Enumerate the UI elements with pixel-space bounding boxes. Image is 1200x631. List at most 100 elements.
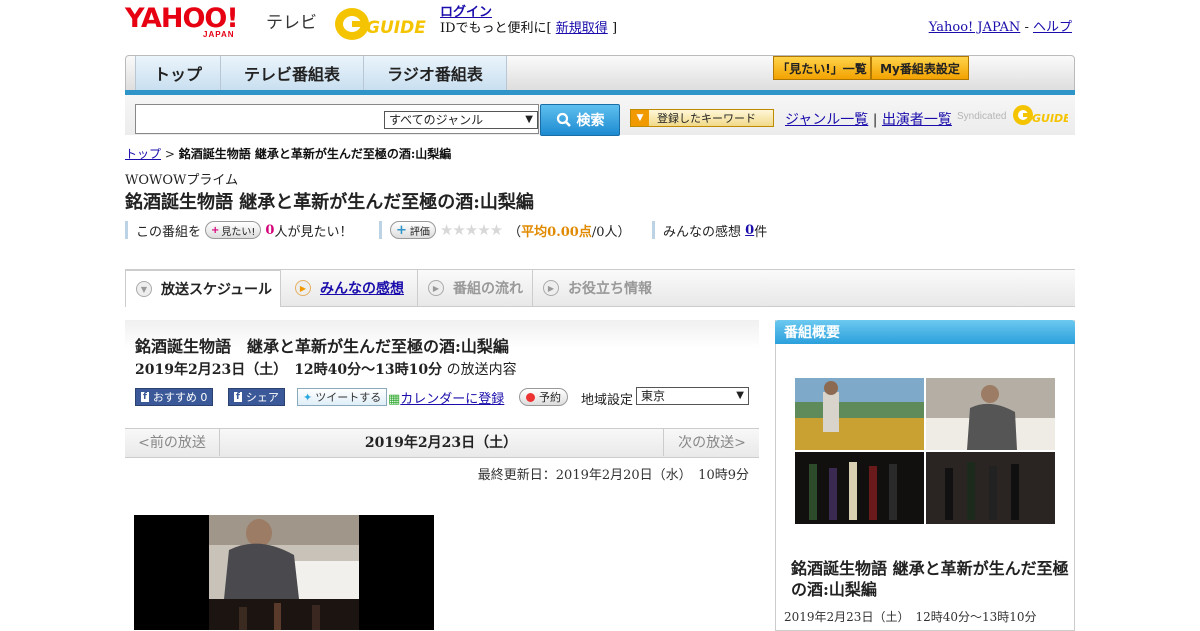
login-area: ログイン IDでもっと便利に[ 新規取得 ] xyxy=(440,5,617,37)
cast-list-link[interactable]: 出演者一覧 xyxy=(882,112,952,128)
mitai-suffix: 人が見たい！ xyxy=(274,224,353,240)
tweet-button[interactable]: ✦ ツイートする xyxy=(297,388,388,406)
gguide-logo[interactable]: GUIDE xyxy=(334,6,432,42)
genre-select[interactable]: すべてのジャンル ▼ xyxy=(384,111,538,129)
facebook-icon: f xyxy=(141,392,149,402)
this-program-label: この番組を xyxy=(136,224,202,240)
avg-open: （ xyxy=(508,224,522,240)
top-link-sep: - xyxy=(1020,20,1033,35)
registered-keyword-button[interactable]: ▼ 登録したキーワード xyxy=(630,109,774,127)
subtab-schedule[interactable]: ▼ 放送スケジュール xyxy=(125,270,281,307)
rating-button[interactable]: + 評価 xyxy=(390,221,436,239)
mitai-list-button[interactable]: 「見たい!」一覧 xyxy=(773,56,871,80)
avg-rating: 平均0.00点 xyxy=(521,224,592,240)
prev-broadcast[interactable]: <前の放送 xyxy=(125,428,220,456)
gguide-text: GUIDE xyxy=(366,18,426,38)
twitter-icon: ✦ xyxy=(303,390,313,404)
yahoo-logo-sub: JAPAN xyxy=(203,30,235,39)
login-prompt: IDでもっと便利に[ xyxy=(440,21,552,36)
share-label: シェア xyxy=(245,391,279,404)
next-broadcast[interactable]: 次の放送> xyxy=(663,428,760,456)
subtab-schedule-label: 放送スケジュール xyxy=(161,282,273,298)
record-icon xyxy=(526,392,535,402)
rating-button-label: 評価 xyxy=(409,226,430,238)
region-label: 地域設定 xyxy=(581,393,634,408)
share-button[interactable]: f シェア xyxy=(228,388,285,406)
calendar-icon: ▦ xyxy=(388,392,401,407)
tab-top[interactable]: トップ xyxy=(135,56,221,90)
page-title: 銘酒誕生物語 継承と革新が生んだ至極の酒:山梨編 xyxy=(125,192,534,213)
impressions-label: みんなの感想 xyxy=(663,224,742,240)
mitai-info: この番組を + 見たい! 0 人が見たい！ xyxy=(125,221,353,240)
gguide-logo-icon: GUIDE xyxy=(335,8,426,40)
triangle-down-icon: ▼ xyxy=(631,110,649,126)
yahoo-logo-text: YAHOO! xyxy=(125,3,239,34)
my-schedule-button[interactable]: My番組表設定 xyxy=(871,56,969,80)
search-links: ジャンル一覧 | 出演者一覧 xyxy=(785,109,952,129)
top-links: Yahoo! JAPAN - ヘルプ xyxy=(929,16,1072,35)
impressions-info: みんなの感想 0件 xyxy=(652,221,768,240)
help-link[interactable]: ヘルプ xyxy=(1033,20,1072,35)
broadcast-datetime-line: 2019年2月23日（土） 12時40分～13時10分 の放送内容 xyxy=(135,359,517,379)
subtab-flow: ▶ 番組の流れ xyxy=(417,270,523,306)
breadcrumb-sep: > xyxy=(161,147,179,161)
channel-name: WOWOWプライム xyxy=(125,173,239,188)
nav-tabs: トップ テレビ番組表 ラジオ番組表 xyxy=(135,56,507,90)
impressions-count[interactable]: 0 xyxy=(745,223,754,238)
signup-link[interactable]: 新規取得 xyxy=(556,21,608,36)
calendar-label: カレンダーに登録 xyxy=(400,392,505,407)
search-button[interactable]: 検索 xyxy=(540,104,620,136)
dropdown-arrow-icon: ▼ xyxy=(736,390,744,401)
broadcast-datetime: 2019年2月23日（土） 12時40分～13時10分 xyxy=(135,362,443,378)
breadcrumb-current: 銘酒誕生物語 継承と革新が生んだ至極の酒:山梨編 xyxy=(178,147,452,161)
genre-selected: すべてのジャンル xyxy=(389,113,484,127)
tab-tv-schedule[interactable]: テレビ番組表 xyxy=(221,56,364,90)
broadcast-video-thumbnail[interactable] xyxy=(134,515,434,630)
syndicated-label: Syndicated xyxy=(957,111,1007,122)
subtab-impressions[interactable]: ▶ みんなの感想 xyxy=(295,270,404,306)
overview-image xyxy=(795,378,1055,524)
plus-icon: + xyxy=(211,224,220,236)
reserve-label: 予約 xyxy=(539,391,561,404)
last-updated: 最終更新日：2019年2月20日（水） 10時9分 xyxy=(477,468,749,483)
subtab-impressions-label: みんなの感想 xyxy=(320,281,404,297)
yahoo-japan-link[interactable]: Yahoo! JAPAN xyxy=(929,20,1021,35)
mitai-button-label: 見たい! xyxy=(221,226,256,238)
login-link[interactable]: ログイン xyxy=(440,5,617,21)
recommend-count: 0 xyxy=(200,390,208,404)
rating-info: + 評価 ★★★★★ （平均0.00点/0人） xyxy=(379,221,631,240)
video-image xyxy=(134,515,434,630)
overview-title: 銘酒誕生物語 継承と革新が生んだ至極の酒:山梨編 xyxy=(791,559,1069,599)
play-icon: ▶ xyxy=(428,280,444,296)
overview-header: 番組概要 xyxy=(775,320,1075,344)
broadcast-datetime-suffix: の放送内容 xyxy=(442,362,517,378)
subtab-info-label: お役立ち情報 xyxy=(568,281,652,297)
chevron-down-icon: ▼ xyxy=(136,281,152,297)
recommend-button[interactable]: f おすすめ 0 xyxy=(135,388,214,406)
impressions-suffix: 件 xyxy=(754,224,768,240)
region-select[interactable]: 東京 ▼ xyxy=(636,387,749,405)
tweet-label: ツイートする xyxy=(315,391,382,404)
login-prompt-end: ] xyxy=(611,21,618,36)
play-icon: ▶ xyxy=(295,280,311,296)
yahoo-logo[interactable]: YAHOO! JAPAN xyxy=(125,3,275,40)
facebook-icon: f xyxy=(234,392,242,402)
search-button-label: 検索 xyxy=(576,113,605,129)
calendar-link[interactable]: ▦カレンダーに登録 xyxy=(388,388,504,407)
breadcrumb-top[interactable]: トップ xyxy=(125,147,161,161)
search-links-sep: | xyxy=(872,112,878,128)
avg-count: /0人） xyxy=(591,224,631,240)
recommend-label: おすすめ xyxy=(152,391,197,404)
genre-list-link[interactable]: ジャンル一覧 xyxy=(785,112,868,128)
mitai-button[interactable]: + 見たい! xyxy=(205,221,262,239)
subtab-info: ▶ お役立ち情報 xyxy=(532,270,652,306)
dropdown-arrow-icon: ▼ xyxy=(525,114,533,125)
region-selected: 東京 xyxy=(641,389,666,403)
gguide-small-text: GUIDE xyxy=(1032,112,1068,125)
reserve-button[interactable]: 予約 xyxy=(519,388,568,406)
tab-radio-schedule[interactable]: ラジオ番組表 xyxy=(364,56,507,90)
subtab-flow-label: 番組の流れ xyxy=(453,281,523,297)
tv-label: テレビ xyxy=(266,13,317,33)
search-icon xyxy=(556,112,571,127)
breadcrumb: トップ > 銘酒誕生物語 継承と革新が生んだ至極の酒:山梨編 xyxy=(125,145,451,162)
